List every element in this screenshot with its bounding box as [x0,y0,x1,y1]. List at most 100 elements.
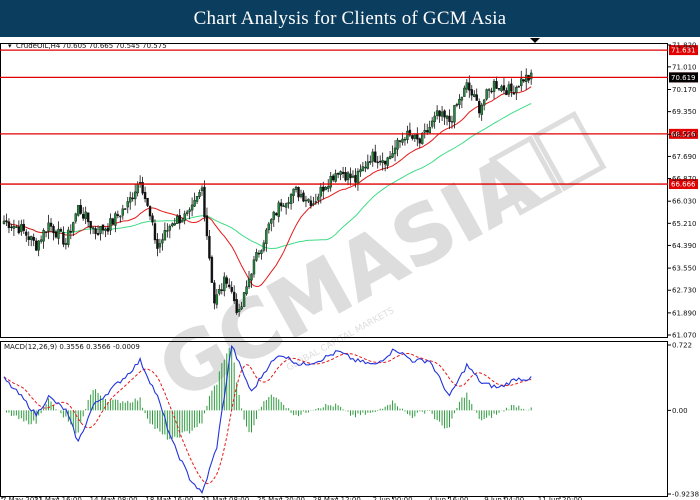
candle-bull [39,239,43,242]
candle-bull [371,151,374,162]
time-tick-label: 11 May 16:00 [34,496,82,500]
candle-bear [156,239,159,249]
candle-bull [74,213,77,222]
candle-bull [492,80,496,92]
candle-bull [185,211,189,214]
candle-bull [450,121,454,123]
candle-bear [475,94,478,101]
candle-bear [443,110,446,118]
current-price-tag: 70.619 [669,72,698,83]
candle-bear [138,182,142,184]
candle-bull [529,72,533,80]
candle-bear [257,252,261,255]
candle-bull [129,197,132,203]
candle-bull [507,84,511,95]
candle-bear [344,172,347,181]
candle-bear [220,289,224,291]
candle-bull [307,198,310,202]
candle-bull [299,194,303,197]
candle-bull [250,273,253,281]
candle-bull [391,153,394,158]
candle-bull [126,201,129,208]
candle-bear [517,86,520,88]
candle-bear [124,208,127,210]
candle-bull [277,202,280,217]
candle-bull [121,208,125,216]
candle-bull [460,97,464,101]
candle-bull [366,161,370,169]
candle-bear [89,220,92,229]
candle-bull [445,115,449,119]
candle-bear [44,231,48,233]
candle-bull [109,218,112,231]
candle-bull [485,89,488,100]
candle-bull [265,229,268,244]
candle-bull [364,166,367,169]
price-tick-label: 64.390 [672,242,697,250]
candle-bull [114,213,117,226]
candle-bull [2,220,6,224]
candle-bull [386,157,389,166]
candle-bull [292,188,295,196]
price-tick-label: 67.690 [672,153,697,161]
candle-bull [294,186,298,190]
candle-bear [331,175,335,181]
candle-bear [27,236,30,240]
candle-bull [334,173,337,182]
candle-bear [106,227,110,232]
candle-bull [223,276,226,292]
candle-bull [91,227,95,229]
candle-bull [262,242,266,251]
candle-bull [282,205,285,208]
time-tick-label: 9 Jun 04:00 [484,496,524,500]
candle-bull [473,94,476,97]
candle-bear [10,226,13,228]
candle-bear [280,202,283,207]
price-tick-label: 61.890 [672,309,697,317]
price-tick-label: 62.730 [672,287,697,295]
candle-bull [406,130,409,140]
candle-bear [455,104,459,106]
candle-bear [438,110,441,117]
candle-bear [52,226,55,234]
candle-bull [247,278,251,288]
candle-bear [25,231,28,236]
candle-bull [339,171,342,175]
price-tick-label: 69.350 [672,108,697,116]
candle-bull [198,192,201,197]
candle-bear [203,186,206,218]
chart-title: Chart Analysis for Clients of GCM Asia [193,7,507,29]
candle-bull [329,176,332,188]
candle-bear [86,212,90,223]
candle-bull [72,222,75,232]
candle-bull [84,211,87,220]
candle-bear [374,151,377,163]
candle-bear [341,171,345,174]
candle-bull [57,228,60,239]
candle-bear [79,204,82,214]
candle-bull [133,191,137,200]
candle-bear [101,224,105,231]
time-tick-label: 2 Jun 00:00 [373,496,413,500]
candle-bear [376,161,379,164]
candle-bull [158,243,162,248]
candle-bull [168,225,172,231]
candle-bull [188,209,191,212]
candle-bear [111,218,115,225]
candle-bull [482,99,486,106]
candle-bear [470,89,473,96]
candle-bear [478,101,481,114]
price-tick-label: 70.170 [672,86,697,94]
price-chart: GCMASIA GLOBAL CAPITAL MARKETS 71.63170.… [0,38,699,500]
candle-bull [324,186,327,191]
candle-bull [215,294,219,305]
collapse-arrow-icon[interactable]: ▾ [8,42,12,50]
candle-bear [416,133,419,140]
candle-bull [525,74,528,82]
candle-bear [54,231,58,238]
candle-bull [359,169,362,173]
candle-bull [453,105,456,123]
candle-bear [510,83,513,92]
candle-bull [195,196,199,202]
candle-bull [240,306,243,310]
